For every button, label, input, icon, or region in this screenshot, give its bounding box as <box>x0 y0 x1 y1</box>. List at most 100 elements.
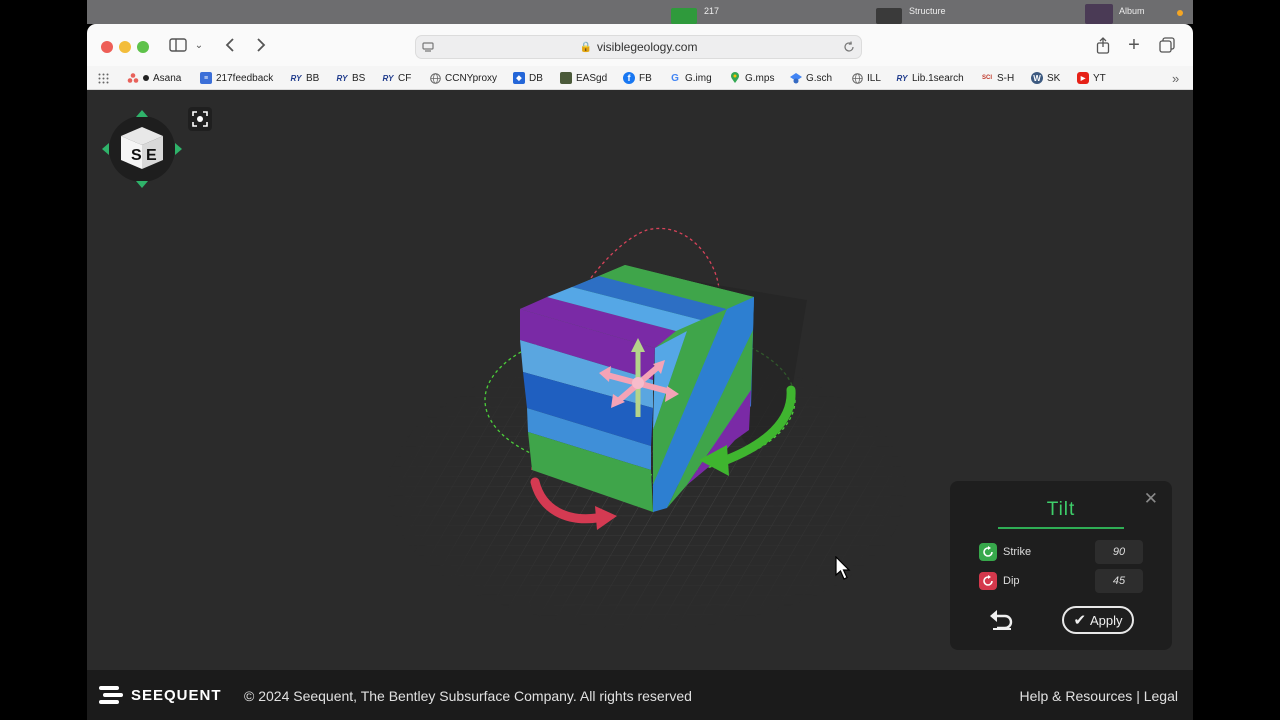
folder-icon[interactable] <box>671 8 697 24</box>
rotate-left-icon[interactable] <box>102 143 109 155</box>
bookmark-label: Lib.1search <box>912 72 964 84</box>
bookmark-gmps[interactable]: G.mps <box>729 70 774 86</box>
bookmark-label: CF <box>398 72 412 84</box>
seequent-logo[interactable]: SEEQUENT <box>99 686 222 704</box>
album-thumbnail-icon[interactable] <box>1085 4 1113 24</box>
cuny-icon: RY <box>336 73 348 83</box>
globe-icon <box>429 72 441 84</box>
bookmark-yt[interactable]: ▶ YT <box>1077 70 1106 86</box>
notification-dot-icon <box>1177 10 1183 16</box>
scholar-icon <box>790 72 802 84</box>
bookmark-label: ILL <box>867 72 881 84</box>
bookmark-217feedback[interactable]: ≡ 217feedback <box>200 70 273 86</box>
nav-cube-letter-s: S <box>131 147 142 164</box>
globe-icon <box>851 72 863 84</box>
address-bar[interactable]: 🔒 visiblegeology.com <box>415 35 862 59</box>
url-text[interactable]: visiblegeology.com <box>597 40 698 54</box>
bookmarks-overflow-icon[interactable]: » <box>1172 70 1179 86</box>
status-dot-icon <box>143 75 149 81</box>
bookmark-bb[interactable]: RY BB <box>290 70 320 86</box>
bookmark-label: SK <box>1047 72 1061 84</box>
bookmark-sh[interactable]: SCI S-H <box>981 70 1014 86</box>
dip-row: Dip <box>979 570 1020 592</box>
desktop-item-label[interactable]: Album <box>1119 6 1145 16</box>
bookmark-ill[interactable]: ILL <box>851 70 881 86</box>
bookmark-label: G.img <box>685 72 712 84</box>
bookmark-asana[interactable]: Asana <box>127 70 181 86</box>
desktop-item-label[interactable]: 217 <box>704 6 719 16</box>
wordpress-icon: W <box>1031 72 1043 84</box>
dip-rotate-icon <box>979 572 997 590</box>
new-tab-icon[interactable]: + <box>1125 34 1143 56</box>
bookmark-lib1search[interactable]: RY Lib.1search <box>896 70 964 86</box>
letterbox-right <box>1193 0 1280 720</box>
bookmarks-bar: Asana ≡ 217feedback RY BB RY BS RY CF CC… <box>87 66 1193 90</box>
bookmark-ccnyproxy[interactable]: CCNYproxy <box>429 70 497 86</box>
checkmark-icon: ✔ <box>1073 612 1087 629</box>
bookmark-fb[interactable]: f FB <box>623 70 652 86</box>
focus-icon <box>192 111 208 127</box>
bookmark-easgd[interactable]: EASgd <box>560 70 607 86</box>
dropbox-icon: ◆ <box>513 72 525 84</box>
strike-input[interactable]: 90 <box>1095 540 1143 564</box>
cuny-icon: RY <box>382 73 394 83</box>
bookmark-db[interactable]: ◆ DB <box>513 70 543 86</box>
forward-icon[interactable] <box>252 34 270 56</box>
footer-links: Help & Resources | Legal <box>1019 688 1178 704</box>
mouse-cursor-icon <box>835 556 851 580</box>
image-icon <box>560 72 572 84</box>
tilt-panel: ✕ Tilt Strike 90 Dip 45 ✔ Apply <box>950 481 1172 650</box>
bookmark-sk[interactable]: W SK <box>1031 70 1060 86</box>
bookmark-label: 217feedback <box>216 72 274 84</box>
link-separator: | <box>1132 688 1144 704</box>
sidebar-toggle-icon[interactable] <box>167 34 189 56</box>
bookmark-label: FB <box>639 72 652 84</box>
youtube-icon: ▶ <box>1077 72 1089 84</box>
rotate-right-icon[interactable] <box>175 143 182 155</box>
nav-cube-letter-e: E <box>146 147 157 164</box>
bookmark-label: Asana <box>153 72 182 84</box>
bookmark-label: CCNYproxy <box>445 72 498 84</box>
navigation-cube[interactable]: S E <box>101 107 183 189</box>
chevron-down-icon[interactable]: ⌄ <box>193 34 205 56</box>
bookmark-label: G.sch <box>806 72 833 84</box>
doc-icon: ≡ <box>200 72 212 84</box>
cuny-icon: RY <box>896 73 908 83</box>
tab-overview-icon[interactable] <box>1158 34 1176 56</box>
help-resources-link[interactable]: Help & Resources <box>1019 688 1132 704</box>
strike-label: Strike <box>1003 546 1032 558</box>
folder-icon[interactable] <box>876 8 902 24</box>
desktop-background: 217 Structure Album <box>87 0 1193 24</box>
close-window-button[interactable] <box>101 41 113 53</box>
rotate-up-icon[interactable] <box>136 110 148 117</box>
bookmark-label: S-H <box>997 72 1015 84</box>
focus-button[interactable] <box>188 107 212 131</box>
facebook-icon: f <box>623 72 635 84</box>
rotate-down-icon[interactable] <box>136 181 148 188</box>
minimize-window-button[interactable] <box>119 41 131 53</box>
desktop-item-label[interactable]: Structure <box>909 6 946 16</box>
bookmark-gsch[interactable]: G.sch <box>790 70 832 86</box>
browser-toolbar: ⌄ 🔒 visiblegeology.com + <box>87 24 1193 66</box>
back-icon[interactable] <box>221 34 239 56</box>
apps-grid-icon[interactable] <box>98 70 109 86</box>
page-settings-icon[interactable] <box>422 41 434 53</box>
bookmark-cf[interactable]: RY CF <box>382 70 412 86</box>
apply-button[interactable]: ✔ Apply <box>1062 606 1134 634</box>
model-viewport[interactable]: S E ✕ Tilt Strike 90 Dip 45 ✔ Apply <box>87 90 1193 670</box>
bookmark-label: BB <box>306 72 320 84</box>
bookmark-bs[interactable]: RY BS <box>336 70 366 86</box>
legal-link[interactable]: Legal <box>1144 688 1178 704</box>
dip-label: Dip <box>1003 575 1020 587</box>
undo-icon <box>990 610 1013 630</box>
scihub-icon: SCI <box>981 75 992 81</box>
share-icon[interactable] <box>1094 34 1112 56</box>
zoom-window-button[interactable] <box>137 41 149 53</box>
reload-icon[interactable] <box>843 41 855 53</box>
logo-text: SEEQUENT <box>131 686 222 704</box>
reset-button[interactable] <box>988 607 1016 631</box>
bookmark-gimg[interactable]: G G.img <box>669 70 712 86</box>
dip-input[interactable]: 45 <box>1095 569 1143 593</box>
close-icon[interactable]: ✕ <box>1144 489 1158 509</box>
strike-row: Strike <box>979 541 1031 563</box>
